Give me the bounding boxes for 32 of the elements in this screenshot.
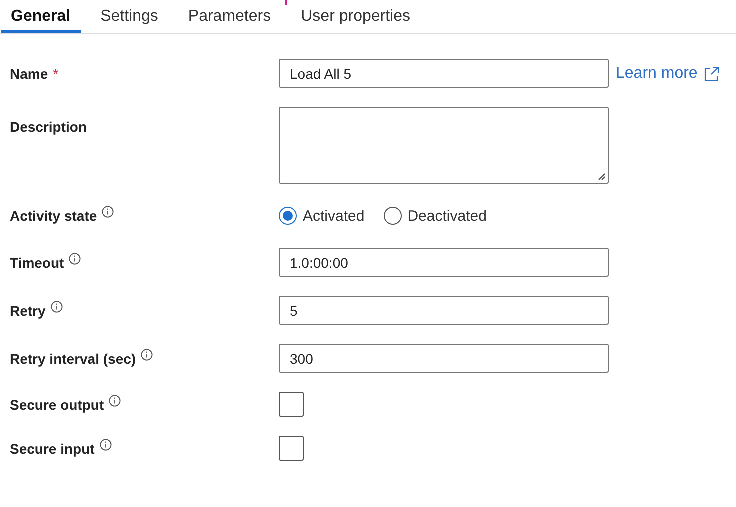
indicator-mark [285, 0, 288, 5]
field-label: Secure output [10, 396, 104, 412]
info-icon[interactable] [141, 348, 154, 360]
info-icon[interactable] [100, 438, 112, 450]
field-label: Retry [10, 302, 46, 318]
external-link-icon [704, 66, 720, 82]
checkbox[interactable] [279, 392, 304, 417]
resize-grip-icon[interactable] [598, 173, 606, 181]
info-icon[interactable] [102, 206, 114, 218]
tab[interactable]: User properties [291, 0, 420, 33]
tab[interactable]: Settings [90, 0, 168, 33]
tab[interactable]: General [1, 0, 81, 33]
text-field[interactable]: 1.0:00:00 [279, 248, 609, 277]
learn-more-link[interactable]: Learn more [616, 64, 720, 82]
required-asterisk: * [53, 66, 59, 82]
info-icon[interactable] [109, 394, 122, 406]
field-label: Timeout [10, 254, 64, 270]
text-field[interactable]: 300 [279, 344, 609, 373]
radio-option[interactable]: Activated [279, 207, 365, 225]
field-label: Retry interval (sec) [10, 350, 136, 366]
info-icon[interactable] [50, 300, 63, 312]
info-icon[interactable] [69, 252, 82, 264]
description-field[interactable] [279, 107, 609, 184]
tab[interactable]: Parameters [178, 0, 282, 33]
radio-option[interactable]: Deactivated [384, 207, 487, 225]
field-label: Name [10, 66, 48, 82]
text-field[interactable]: Load All 5 [279, 59, 609, 88]
field-label: Activity state [10, 208, 98, 224]
field-label: Description [10, 119, 88, 135]
text-field[interactable]: 5 [279, 296, 609, 325]
checkbox[interactable] [279, 436, 304, 461]
field-label: Secure input [10, 440, 95, 456]
